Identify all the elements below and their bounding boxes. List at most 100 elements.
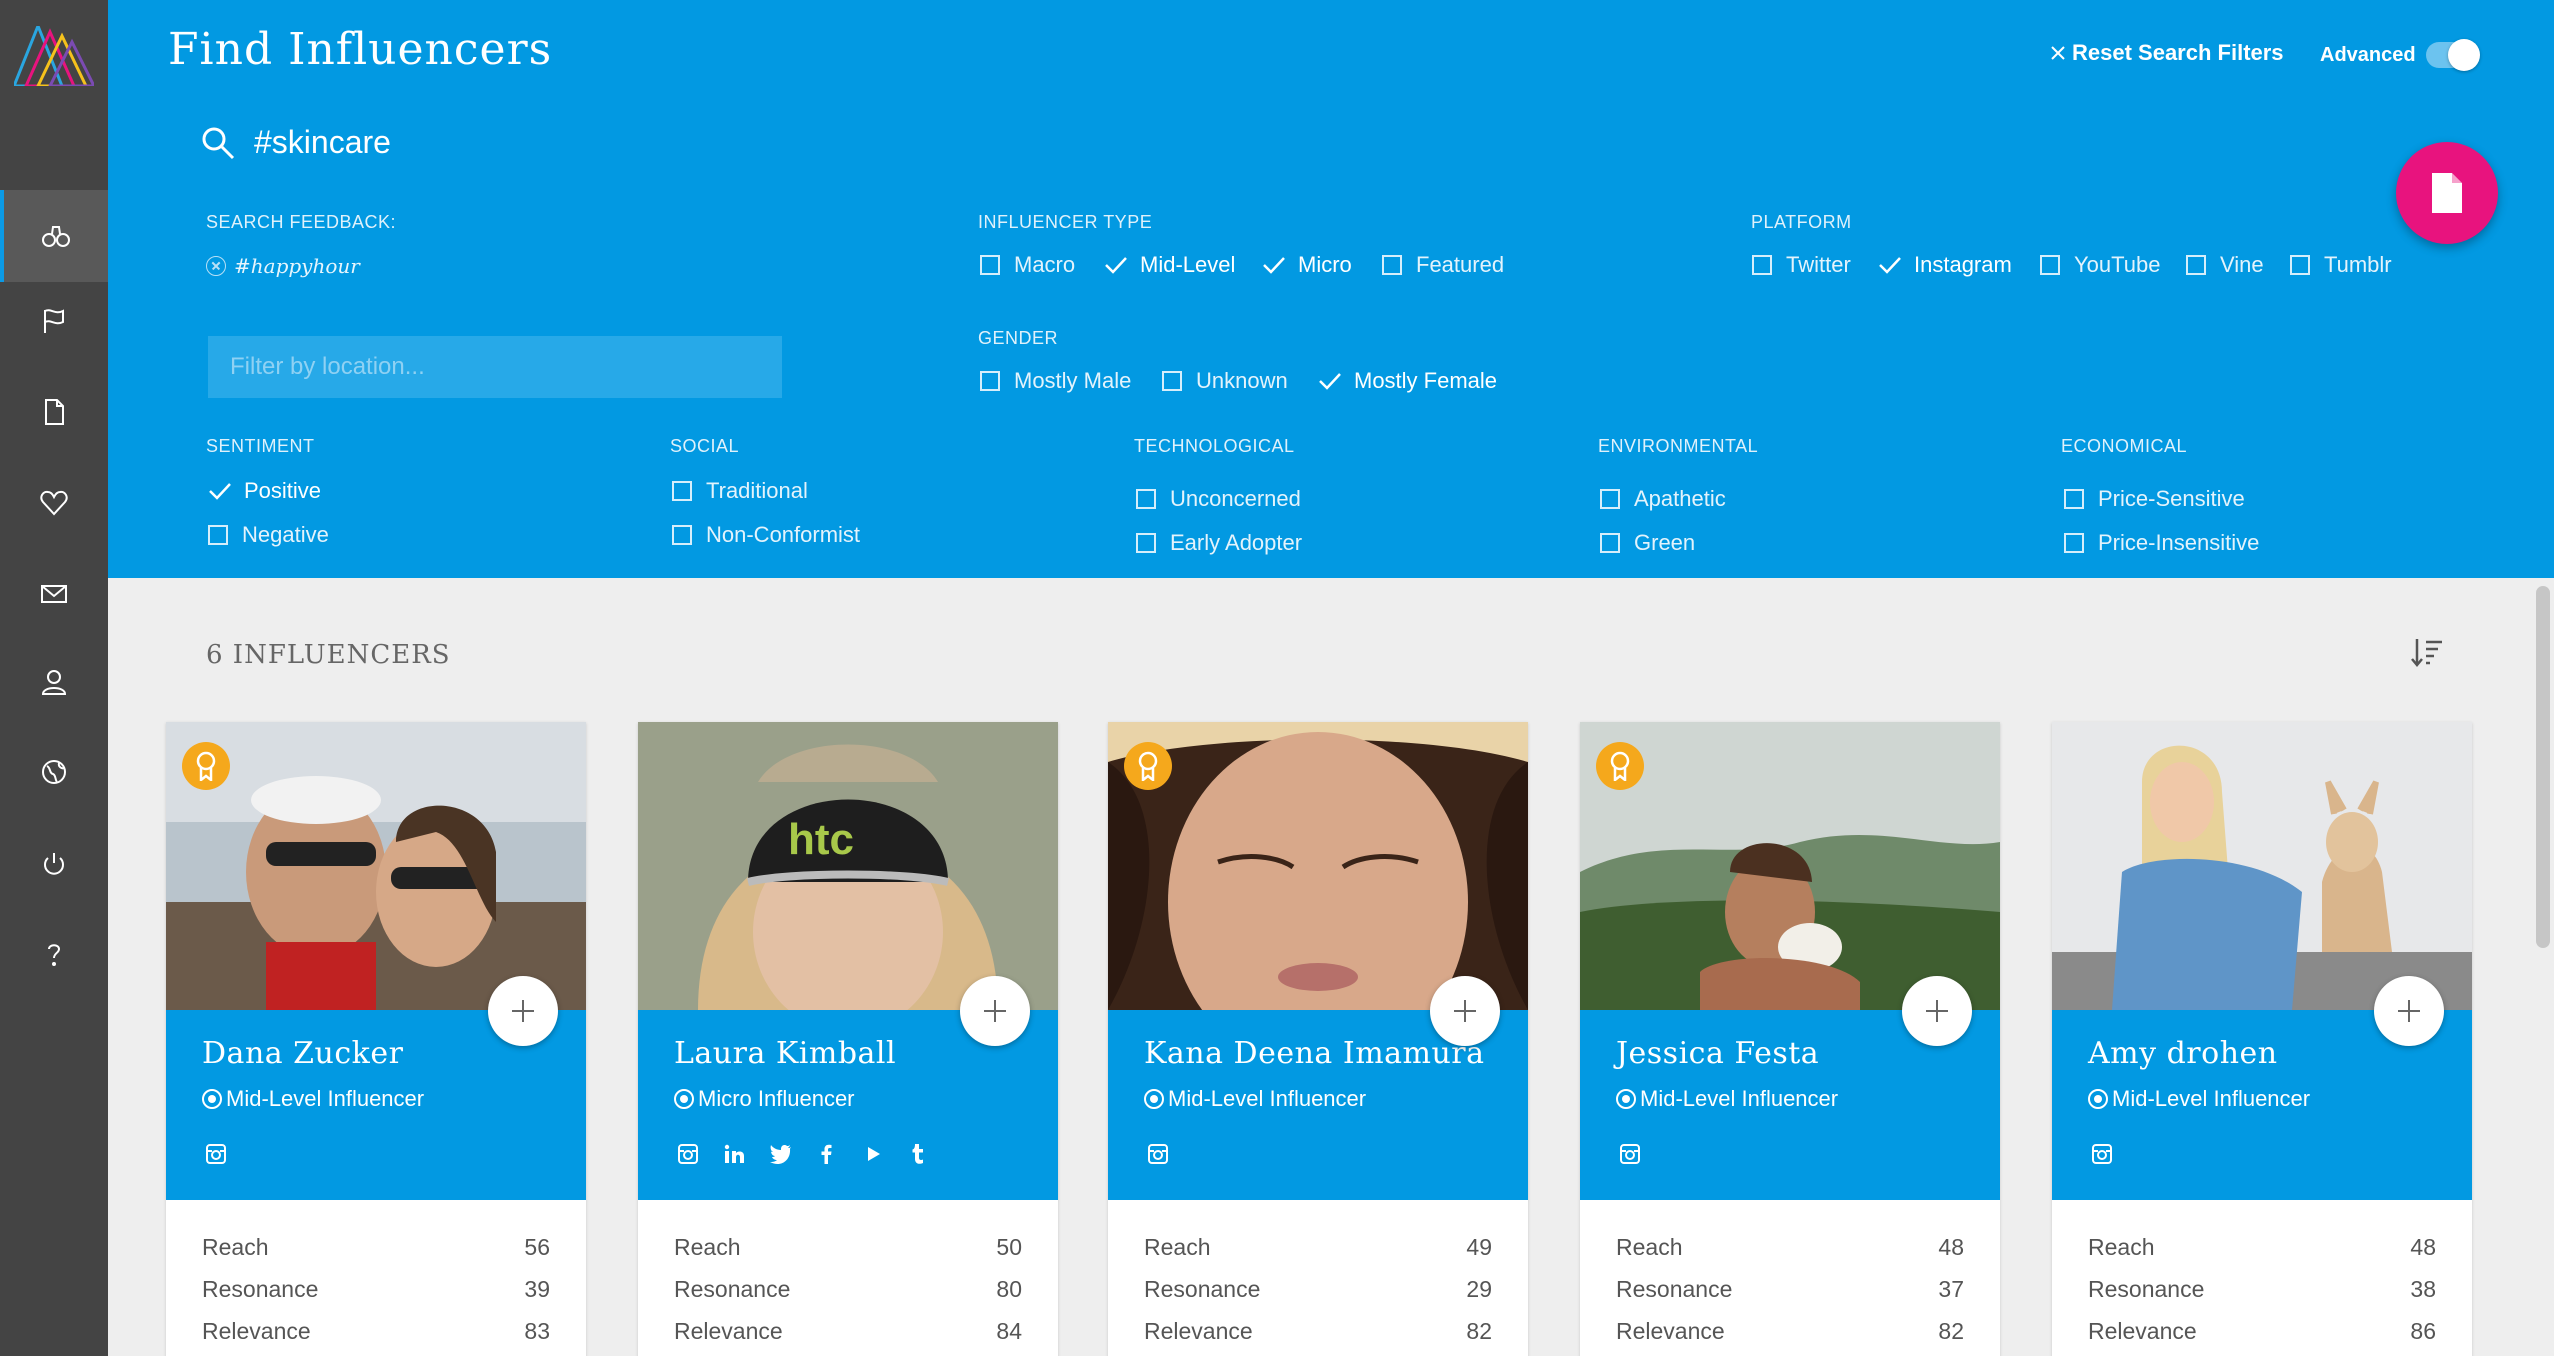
checkbox-icon	[1136, 489, 1156, 509]
filter-label: Traditional	[706, 478, 808, 503]
featured-badge-icon	[1596, 742, 1644, 790]
stat-relevance: Relevance 84	[674, 1318, 1022, 1344]
facebook-icon[interactable]	[814, 1142, 838, 1166]
youtube-icon[interactable]	[860, 1142, 884, 1166]
nav-find-influencers[interactable]	[0, 190, 108, 282]
influencer-card[interactable]: Dana Zucker Mid-Level Influencer Reach 56…	[166, 722, 586, 1356]
influencer-stats: Reach 48 Resonance 38 Relevance 86	[2088, 1226, 2436, 1352]
search-input[interactable]	[254, 124, 1054, 161]
nav-messages[interactable]	[0, 548, 108, 640]
filter-negative[interactable]: Negative	[208, 522, 329, 548]
remove-chip-icon[interactable]	[206, 256, 226, 276]
filter-unknown[interactable]: Unknown	[1162, 368, 1288, 394]
influencer-name[interactable]: Laura Kimball	[674, 1036, 896, 1071]
location-filter-input[interactable]	[208, 336, 782, 398]
nav-profile[interactable]	[0, 636, 108, 728]
filter-label: Positive	[244, 478, 322, 503]
flag-icon	[44, 309, 64, 333]
filter-instagram[interactable]: Instagram	[1878, 252, 2012, 278]
filter-green[interactable]: Green	[1600, 530, 1695, 556]
filter-label: Negative	[242, 522, 329, 547]
document-icon	[45, 399, 64, 425]
nav-favorites[interactable]	[0, 457, 108, 549]
filter-vine[interactable]: Vine	[2186, 252, 2264, 278]
plus-icon	[2398, 1000, 2420, 1022]
instagram-icon[interactable]	[676, 1142, 700, 1166]
add-influencer-button[interactable]	[1430, 976, 1500, 1046]
export-report-button[interactable]	[2396, 142, 2498, 244]
nav-help[interactable]	[0, 908, 108, 1000]
instagram-icon[interactable]	[2090, 1142, 2114, 1166]
add-influencer-button[interactable]	[960, 976, 1030, 1046]
checkbox-icon	[1382, 255, 1402, 275]
influencer-card[interactable]: htc Laura Kimball Micro Influencer Reach…	[638, 722, 1058, 1356]
reset-filters-button[interactable]: Reset Search Filters	[2050, 40, 2284, 66]
filter-mid-level[interactable]: Mid-Level	[1104, 252, 1235, 278]
filter-early-adopter[interactable]: Early Adopter	[1136, 530, 1302, 556]
filter-mostly-female[interactable]: Mostly Female	[1318, 368, 1497, 394]
social-links	[676, 1142, 930, 1166]
influencer-type: Micro Influencer	[674, 1086, 855, 1112]
scrollbar-thumb[interactable]	[2536, 586, 2550, 948]
tumblr-icon[interactable]	[906, 1142, 930, 1166]
influencer-name[interactable]: Amy drohen	[2088, 1036, 2278, 1071]
influencer-type: Mid-Level Influencer	[1144, 1086, 1366, 1112]
filter-mostly-male[interactable]: Mostly Male	[980, 368, 1131, 394]
sentiment-label: SENTIMENT	[206, 436, 315, 456]
filter-unconcerned[interactable]: Unconcerned	[1136, 486, 1301, 512]
filter-micro[interactable]: Micro	[1262, 252, 1352, 278]
nav-global[interactable]	[0, 726, 108, 818]
checkbox-icon	[2040, 255, 2060, 275]
linkedin-icon[interactable]	[722, 1142, 746, 1166]
add-influencer-button[interactable]	[488, 976, 558, 1046]
filter-tumblr[interactable]: Tumblr	[2290, 252, 2392, 278]
filter-positive[interactable]: Positive	[208, 478, 321, 504]
filter-traditional[interactable]: Traditional	[672, 478, 808, 504]
stat-reach: Reach 49	[1144, 1234, 1492, 1260]
technological-label: TECHNOLOGICAL	[1134, 436, 1295, 456]
add-influencer-button[interactable]	[2374, 976, 2444, 1046]
stat-resonance: Resonance 37	[1616, 1276, 1964, 1302]
stat-relevance: Relevance 82	[1144, 1318, 1492, 1344]
filter-non-conformist[interactable]: Non-Conformist	[672, 522, 860, 548]
filter-featured[interactable]: Featured	[1382, 252, 1504, 278]
stat-relevance: Relevance 82	[1616, 1318, 1964, 1344]
filter-label: Early Adopter	[1170, 530, 1303, 555]
influencer-card[interactable]: Jessica Festa Mid-Level Influencer Reach…	[1580, 722, 2000, 1356]
add-influencer-button[interactable]	[1902, 976, 1972, 1046]
app-logo[interactable]	[14, 26, 94, 86]
instagram-icon[interactable]	[1146, 1142, 1170, 1166]
influencer-name[interactable]: Kana Deena Imamura	[1144, 1036, 1485, 1071]
nav-logout[interactable]	[0, 818, 108, 910]
feedback-chip[interactable]: #happyhour	[206, 254, 360, 278]
advanced-toggle[interactable]	[2426, 39, 2480, 71]
nav-campaigns[interactable]	[0, 275, 108, 367]
nav-documents[interactable]	[0, 366, 108, 458]
filter-youtube[interactable]: YouTube	[2040, 252, 2160, 278]
checkbox-icon	[980, 371, 1000, 391]
stat-reach: Reach 48	[2088, 1234, 2436, 1260]
filter-macro[interactable]: Macro	[980, 252, 1075, 278]
influencer-name[interactable]: Dana Zucker	[202, 1036, 403, 1071]
binoculars-icon	[42, 226, 70, 247]
instagram-icon[interactable]	[1618, 1142, 1642, 1166]
economical-label: ECONOMICAL	[2061, 436, 2188, 456]
social-links	[2090, 1142, 2114, 1166]
influencer-card[interactable]: Kana Deena Imamura Mid-Level Influencer …	[1108, 722, 1528, 1356]
influencer-name[interactable]: Jessica Festa	[1616, 1036, 1819, 1071]
influencer-card[interactable]: Amy drohen Mid-Level Influencer Reach 48 …	[2052, 722, 2472, 1356]
plus-icon	[1454, 1000, 1476, 1022]
checkbox-icon	[980, 255, 1000, 275]
twitter-icon[interactable]	[768, 1142, 792, 1166]
filter-price-sensitive[interactable]: Price-Sensitive	[2064, 486, 2245, 512]
filter-apathetic[interactable]: Apathetic	[1600, 486, 1726, 512]
checkmark-icon	[1263, 257, 1285, 274]
reset-filters-label: Reset Search Filters	[2072, 40, 2284, 65]
influencer-photo	[2052, 722, 2472, 1010]
filter-label: Unknown	[1196, 368, 1288, 393]
heart-icon	[40, 490, 68, 516]
filter-price-insensitive[interactable]: Price-Insensitive	[2064, 530, 2259, 556]
filter-twitter[interactable]: Twitter	[1752, 252, 1851, 278]
sort-icon[interactable]	[2410, 636, 2444, 668]
instagram-icon[interactable]	[204, 1142, 228, 1166]
